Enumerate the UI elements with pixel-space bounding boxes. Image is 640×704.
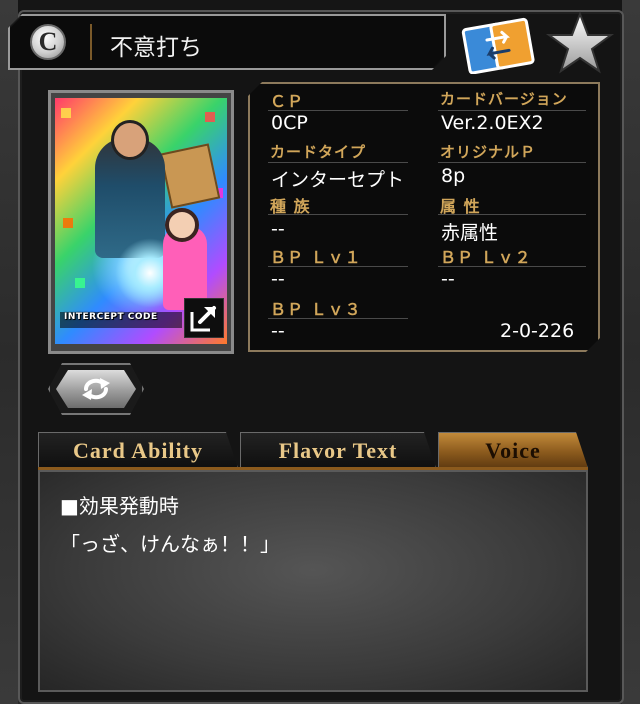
card-art-head-girl <box>165 208 199 242</box>
card-number: 2-0-226 <box>500 320 575 342</box>
bp-lv2-label: ＢＰ Ｌｖ２ <box>440 248 532 267</box>
star-icon <box>545 11 615 74</box>
attribute-divider <box>438 214 586 215</box>
bp-lv3-label: ＢＰ Ｌｖ３ <box>270 300 362 319</box>
bp-lv1-value: -- <box>271 268 285 290</box>
background-strip-right <box>622 0 640 704</box>
card-type-label: カードタイプ <box>270 143 367 161</box>
version-value: Ver.2.0EX2 <box>441 112 544 134</box>
card-art-head <box>111 120 149 160</box>
favorite-button[interactable] <box>545 10 615 76</box>
title-bar-inner <box>10 16 444 68</box>
swap-cards-icon <box>461 17 535 75</box>
rarity-badge: C <box>30 24 66 60</box>
original-p-label: オリジナルＰ <box>440 143 537 161</box>
cp-divider <box>268 110 408 111</box>
card-type-divider <box>268 162 408 163</box>
original-p-value: 8p <box>441 165 466 187</box>
card-name: 不意打ち <box>110 35 202 61</box>
version-divider <box>438 110 586 111</box>
cp-value: 0CP <box>271 112 308 134</box>
tab-flavor-text[interactable]: Flavor Text <box>240 432 436 468</box>
version-label: カードバージョン <box>440 90 568 108</box>
rotate-icon <box>78 376 114 402</box>
tab-voice[interactable]: Voice <box>438 432 588 468</box>
expand-card-button[interactable] <box>184 298 224 338</box>
bp-lv1-divider <box>268 266 408 267</box>
card-art-box <box>159 143 221 209</box>
race-value: -- <box>271 218 285 240</box>
bp-lv1-label: ＢＰ Ｌｖ１ <box>270 248 362 267</box>
swap-cards-button[interactable] <box>460 16 538 75</box>
card-type-value: インターセプト <box>271 169 405 191</box>
cp-label: ＣＰ <box>270 92 305 111</box>
expand-icon <box>190 306 216 332</box>
background-strip-left <box>0 0 18 704</box>
bp-lv3-value: -- <box>271 320 285 342</box>
original-p-divider <box>438 162 586 163</box>
rotate-button[interactable] <box>56 370 136 408</box>
tab-card-ability[interactable]: Card Ability <box>38 432 238 468</box>
bp-lv3-divider <box>268 318 408 319</box>
card-type-code: INTERCEPT CODE <box>60 312 182 328</box>
title-divider <box>90 24 92 60</box>
voice-line-text: 「っざ、けんなぁ！！」 <box>60 532 280 556</box>
attribute-value: 赤属性 <box>441 222 499 244</box>
voice-trigger-text: ■効果発動時 <box>60 494 179 518</box>
bp-lv2-value: -- <box>441 268 455 290</box>
bp-lv2-divider <box>438 266 586 267</box>
race-divider <box>268 214 408 215</box>
